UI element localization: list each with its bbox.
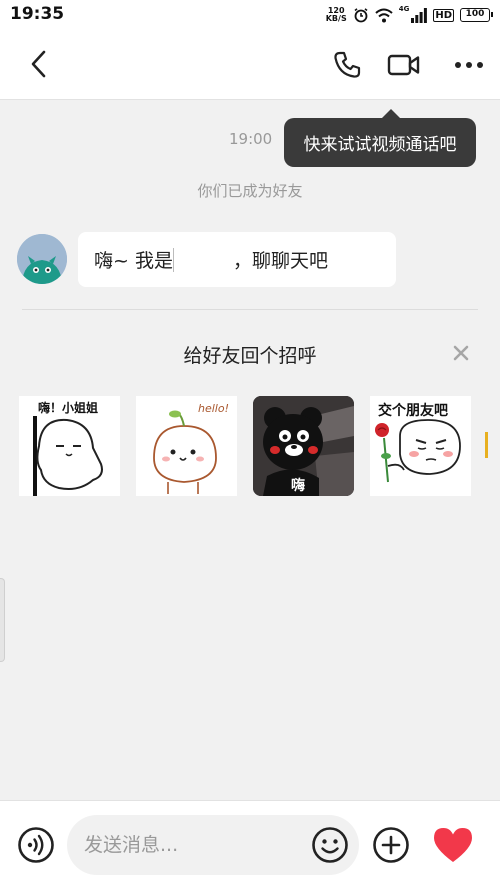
chevron-left-icon <box>31 50 46 78</box>
sticker-scroll-indicator <box>485 432 488 458</box>
more-dots-icon <box>455 62 483 68</box>
message-text-start: 嗨~ 我是 <box>94 250 173 272</box>
add-button[interactable] <box>372 826 410 864</box>
avatar[interactable] <box>17 234 67 284</box>
sticker-caption: 嗨！小姐姐 <box>38 401 99 415</box>
video-call-button[interactable] <box>385 47 423 83</box>
voice-input-button[interactable] <box>17 826 55 864</box>
emoji-button[interactable] <box>311 826 349 864</box>
tooltip-text: 快来试试视频通话吧 <box>303 135 457 155</box>
redacted-name <box>172 247 233 272</box>
video-camera-icon <box>387 54 420 76</box>
net-speed: 120 KB/S <box>326 7 347 23</box>
close-icon <box>453 345 469 361</box>
side-edge-handle[interactable] <box>0 578 5 662</box>
battery-icon: 100 <box>460 8 493 22</box>
chat-header <box>0 30 500 100</box>
video-call-tooltip[interactable]: 快来试试视频通话吧 <box>284 109 476 167</box>
wifi-icon <box>375 8 393 22</box>
heart-button[interactable] <box>431 824 475 866</box>
greeting-close-button[interactable] <box>450 342 472 364</box>
sticker-hi-sister[interactable]: 嗨！小姐姐 <box>19 396 120 496</box>
message-bubble[interactable]: 嗨~ 我是 ，聊聊天吧 <box>78 232 396 287</box>
status-icons: 120 KB/S 4G HD 100 <box>326 5 493 25</box>
alarm-icon <box>354 8 368 23</box>
sticker-make-friends[interactable]: 交个朋友吧 <box>370 396 471 496</box>
status-bar: 19:35 120 KB/S 4G HD 100 <box>0 0 500 30</box>
sticker-caption: 交个朋友吧 <box>378 403 448 419</box>
voice-call-button[interactable] <box>329 47 365 83</box>
heart-icon <box>434 828 472 862</box>
divider <box>22 309 478 310</box>
hd-label: HD <box>433 8 454 22</box>
system-message: 你们已成为好友 <box>197 182 303 200</box>
emoji-icon <box>312 827 348 863</box>
net-speed-unit: KB/S <box>325 14 347 23</box>
signal-icon <box>411 7 428 23</box>
sticker-hello[interactable]: hello! <box>136 396 237 496</box>
sticker-caption: 嗨 <box>291 478 305 494</box>
sticker-caption: hello! <box>198 402 229 415</box>
phone-icon <box>334 51 361 78</box>
avatar-image <box>17 234 67 284</box>
voice-icon <box>18 827 54 863</box>
sticker-kumamon[interactable]: 嗨 <box>253 396 354 496</box>
plus-icon <box>373 827 409 863</box>
more-button[interactable] <box>450 47 488 83</box>
status-time: 19:35 <box>10 4 65 24</box>
message-timestamp: 19:00 <box>229 130 273 148</box>
back-button[interactable] <box>22 47 56 81</box>
network-type: 4G <box>398 5 410 13</box>
message-text-end: ，聊聊天吧 <box>232 250 328 272</box>
greeting-title: 给好友回个招呼 <box>183 345 317 367</box>
